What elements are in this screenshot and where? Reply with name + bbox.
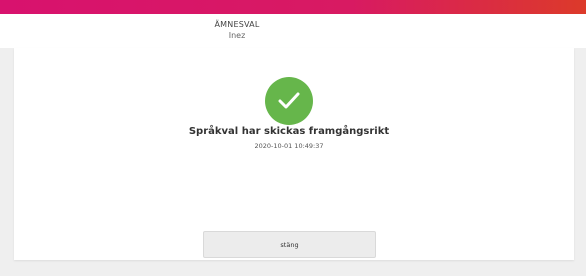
check-icon [265,77,313,125]
submission-timestamp: 2020-10-01 10:49:37 [254,142,324,150]
header: ÄMNESVAL Inez [0,14,586,48]
close-button[interactable]: stäng [203,231,376,258]
page-title: ÄMNESVAL [214,20,260,29]
top-accent-bar [0,0,586,14]
confirmation-card: Språkval har skickas framgångsrikt 2020-… [14,48,574,260]
student-name: Inez [228,31,246,40]
page: ÄMNESVAL Inez Språkval har skickas framg… [0,0,586,276]
success-message: Språkval har skickas framgångsrikt [188,126,390,137]
